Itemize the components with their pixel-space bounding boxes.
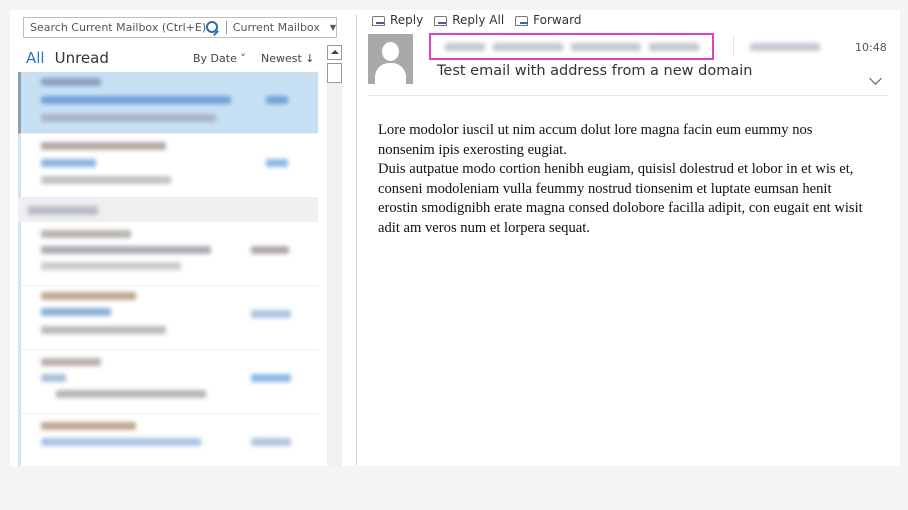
message-list-pane: Search Current Mailbox (Ctrl+E) Current … bbox=[10, 10, 343, 466]
reply-icon bbox=[371, 14, 386, 27]
blurred-sender bbox=[41, 292, 136, 300]
blurred-subject bbox=[41, 159, 96, 167]
blurred-preview bbox=[41, 326, 166, 334]
sort-order-toggle[interactable]: Newest ↓ bbox=[261, 52, 315, 65]
blurred-subject bbox=[41, 246, 211, 254]
forward-label: Forward bbox=[533, 13, 582, 27]
message-time: 10:48 bbox=[855, 41, 887, 54]
list-group-header[interactable] bbox=[18, 198, 318, 222]
sender-avatar bbox=[368, 34, 413, 84]
reply-all-button[interactable]: Reply All bbox=[433, 13, 504, 27]
body-paragraph: Duis autpatue modo cortion henibh eugiam… bbox=[378, 161, 863, 236]
chevron-down-icon[interactable]: ▼ bbox=[330, 23, 336, 32]
blurred-subject bbox=[41, 438, 201, 446]
search-scope[interactable]: Current Mailbox bbox=[233, 21, 320, 34]
blurred-preview bbox=[41, 114, 216, 122]
header-separator bbox=[733, 36, 734, 56]
blurred-preview bbox=[41, 176, 171, 184]
blurred-date bbox=[251, 374, 291, 382]
search-icon[interactable] bbox=[206, 20, 219, 35]
reply-all-label: Reply All bbox=[452, 13, 505, 27]
search-box[interactable]: Search Current Mailbox (Ctrl+E) Current … bbox=[23, 17, 337, 38]
search-input[interactable]: Search Current Mailbox (Ctrl+E) bbox=[24, 21, 206, 34]
sender-address-highlight[interactable] bbox=[429, 33, 714, 60]
blurred-preview bbox=[41, 262, 181, 270]
blurred-sender bbox=[41, 78, 101, 86]
filter-all-tab[interactable]: All bbox=[26, 49, 45, 67]
blurred-date bbox=[251, 438, 291, 446]
header-divider bbox=[368, 95, 888, 96]
blurred-sender bbox=[41, 358, 101, 366]
blurred-subject bbox=[41, 308, 111, 316]
blurred-group-label bbox=[28, 206, 98, 215]
blurred-sender-part bbox=[493, 43, 563, 51]
message-list bbox=[18, 72, 318, 466]
list-item[interactable] bbox=[18, 72, 318, 134]
filter-bar: All Unread By Date ˅ Newest ↓ bbox=[26, 48, 326, 68]
scroll-up-button[interactable] bbox=[327, 45, 342, 60]
blurred-date bbox=[266, 96, 288, 104]
message-subject: Test email with address from a new domai… bbox=[437, 63, 753, 79]
list-item[interactable] bbox=[18, 286, 318, 350]
blurred-sender bbox=[41, 142, 166, 150]
list-item[interactable] bbox=[18, 414, 318, 466]
blurred-sender-name bbox=[445, 43, 485, 51]
scrollbar-track[interactable] bbox=[327, 83, 342, 466]
list-item[interactable] bbox=[18, 134, 318, 198]
blurred-sender bbox=[41, 422, 136, 430]
sort-by-dropdown[interactable]: By Date ˅ bbox=[193, 52, 246, 65]
reading-toolbar: Reply Reply All Forward bbox=[371, 11, 591, 29]
blurred-date bbox=[251, 310, 291, 318]
person-icon-body bbox=[375, 63, 406, 84]
blurred-preview bbox=[56, 390, 206, 398]
message-body: Lore modolor iuscil ut nim accum dolut l… bbox=[378, 121, 868, 238]
blurred-sender-part bbox=[571, 43, 641, 51]
blurred-date bbox=[251, 246, 289, 254]
blurred-recipient bbox=[750, 43, 820, 51]
reply-all-icon bbox=[433, 14, 448, 27]
blurred-sender-part bbox=[649, 43, 699, 51]
pane-divider[interactable] bbox=[356, 15, 357, 465]
forward-button[interactable]: Forward bbox=[514, 13, 581, 27]
forward-icon bbox=[514, 14, 529, 27]
person-icon-head bbox=[382, 42, 399, 61]
blurred-subject bbox=[41, 374, 66, 382]
reply-label: Reply bbox=[390, 13, 424, 27]
filter-unread-tab[interactable]: Unread bbox=[55, 49, 109, 67]
scrollbar-thumb[interactable] bbox=[327, 63, 342, 83]
blurred-date bbox=[266, 159, 288, 167]
blurred-sender bbox=[41, 230, 131, 238]
list-item[interactable] bbox=[18, 350, 318, 414]
reply-button[interactable]: Reply bbox=[371, 13, 423, 27]
body-paragraph: Lore modolor iuscil ut nim accum dolut l… bbox=[378, 122, 813, 158]
list-item[interactable] bbox=[18, 222, 318, 286]
blurred-subject bbox=[41, 96, 231, 104]
